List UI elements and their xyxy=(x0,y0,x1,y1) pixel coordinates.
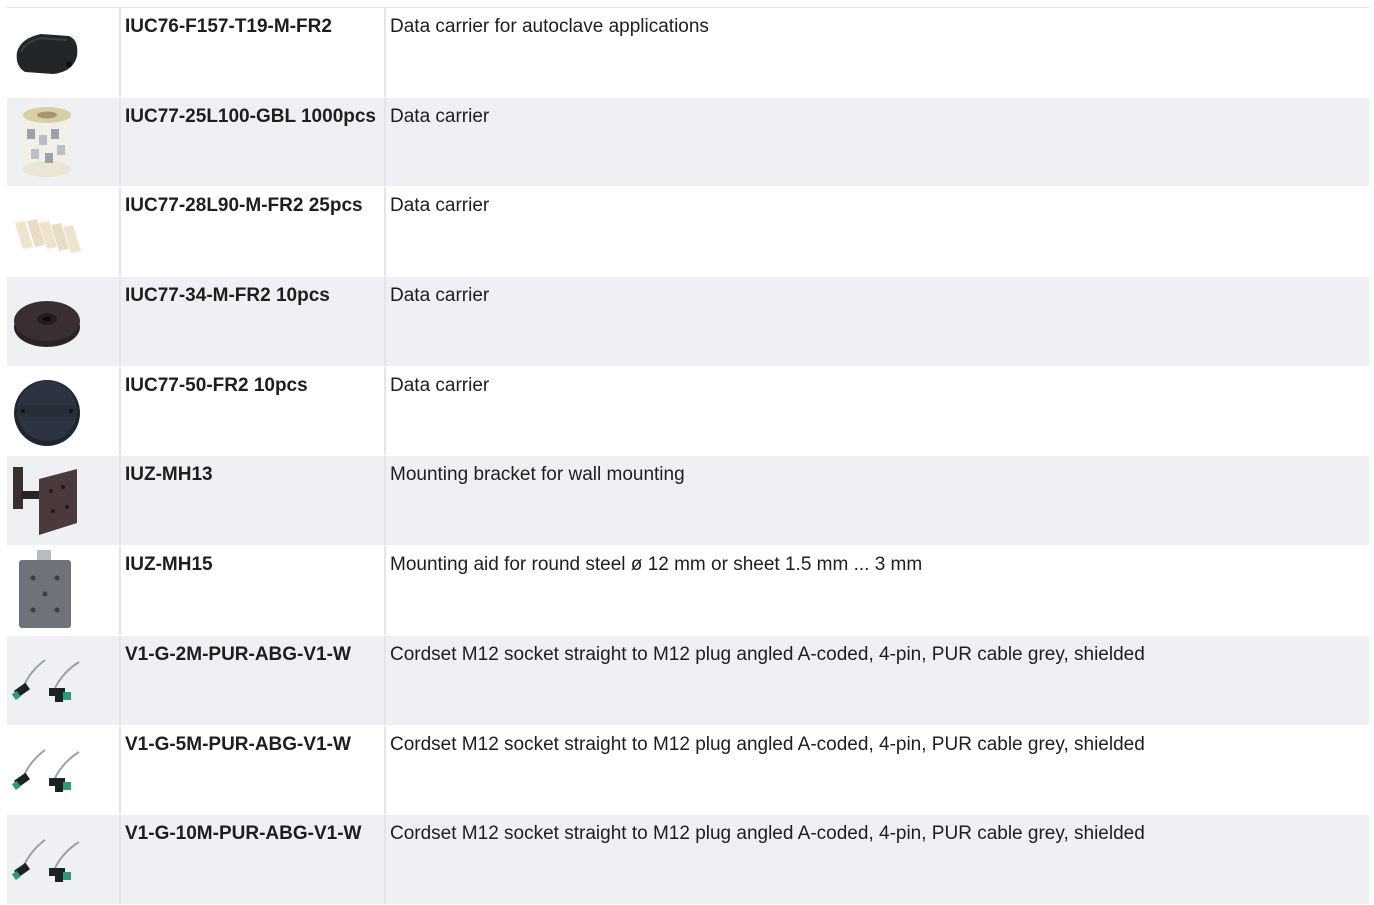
table-row: IUC77-28L90-M-FR2 25pcs Data carrier xyxy=(7,187,1369,278)
product-code: IUC77-50-FR2 10pcs xyxy=(125,374,308,396)
cordset-icon xyxy=(11,748,83,792)
product-code: IUC77-25L100-GBL 1000pcs xyxy=(125,105,376,127)
product-image xyxy=(7,456,119,545)
product-code: IUZ-MH13 xyxy=(125,464,213,486)
product-description: Data carrier xyxy=(390,195,490,217)
cordset-icon xyxy=(11,838,83,882)
product-code: IUC77-34-M-FR2 10pcs xyxy=(125,285,330,307)
table-row: IUZ-MH15 Mounting aid for round steel ø … xyxy=(7,546,1369,636)
product-description: Cordset M12 socket straight to M12 plug … xyxy=(390,733,1145,755)
product-image xyxy=(7,367,119,456)
product-description: Mounting aid for round steel ø 12 mm or … xyxy=(390,554,923,576)
round-disc-tag-icon xyxy=(11,291,83,351)
product-image xyxy=(7,726,119,815)
cordset-icon xyxy=(11,658,83,703)
table-row: IUZ-MH13 Mounting bracket for wall mount… xyxy=(7,456,1369,547)
product-description: Mounting bracket for wall mounting xyxy=(390,464,685,486)
product-image xyxy=(7,815,119,904)
product-description: Data carrier for autoclave applications xyxy=(390,16,709,37)
product-code: V1-G-10M-PUR-ABG-V1-W xyxy=(125,823,362,845)
label-strips-icon xyxy=(11,207,83,257)
product-image xyxy=(7,187,119,276)
black-tag-icon xyxy=(11,22,83,82)
product-image xyxy=(7,277,119,366)
product-description: Cordset M12 socket straight to M12 plug … xyxy=(390,643,1145,665)
accessories-table: IUC76-F157-T19-M-FR2 Data carrier for au… xyxy=(7,7,1369,905)
product-image xyxy=(7,8,119,97)
wall-bracket-icon xyxy=(11,461,83,541)
table-row: IUC77-50-FR2 10pcs Data carrier xyxy=(7,366,1369,457)
product-code: IUZ-MH15 xyxy=(125,554,213,576)
mounting-plate-icon xyxy=(11,548,83,632)
product-code: IUC76-F157-T19-M-FR2 xyxy=(125,16,332,37)
product-description: Data carrier xyxy=(390,285,490,307)
table-row: V1-G-2M-PUR-ABG-V1-W Cordset M12 socket … xyxy=(7,635,1369,726)
table-row: IUC77-25L100-GBL 1000pcs Data carrier xyxy=(7,97,1369,188)
product-image xyxy=(7,636,119,725)
table-row: IUC77-34-M-FR2 10pcs Data carrier xyxy=(7,277,1369,367)
label-roll-icon xyxy=(11,105,83,179)
table-row: IUC76-F157-T19-M-FR2 Data carrier for au… xyxy=(7,8,1369,98)
product-description: Data carrier xyxy=(390,374,490,396)
product-code: V1-G-2M-PUR-ABG-V1-W xyxy=(125,643,351,665)
product-code: IUC77-28L90-M-FR2 25pcs xyxy=(125,195,363,217)
table-row: V1-G-10M-PUR-ABG-V1-W Cordset M12 socket… xyxy=(7,815,1369,905)
table-row: V1-G-5M-PUR-ABG-V1-W Cordset M12 socket … xyxy=(7,725,1369,816)
product-description: Cordset M12 socket straight to M12 plug … xyxy=(390,823,1145,845)
product-code: V1-G-5M-PUR-ABG-V1-W xyxy=(125,733,351,755)
round-eared-tag-icon xyxy=(11,375,83,447)
product-image xyxy=(7,98,119,187)
product-image xyxy=(7,546,119,635)
product-description: Data carrier xyxy=(390,105,490,127)
